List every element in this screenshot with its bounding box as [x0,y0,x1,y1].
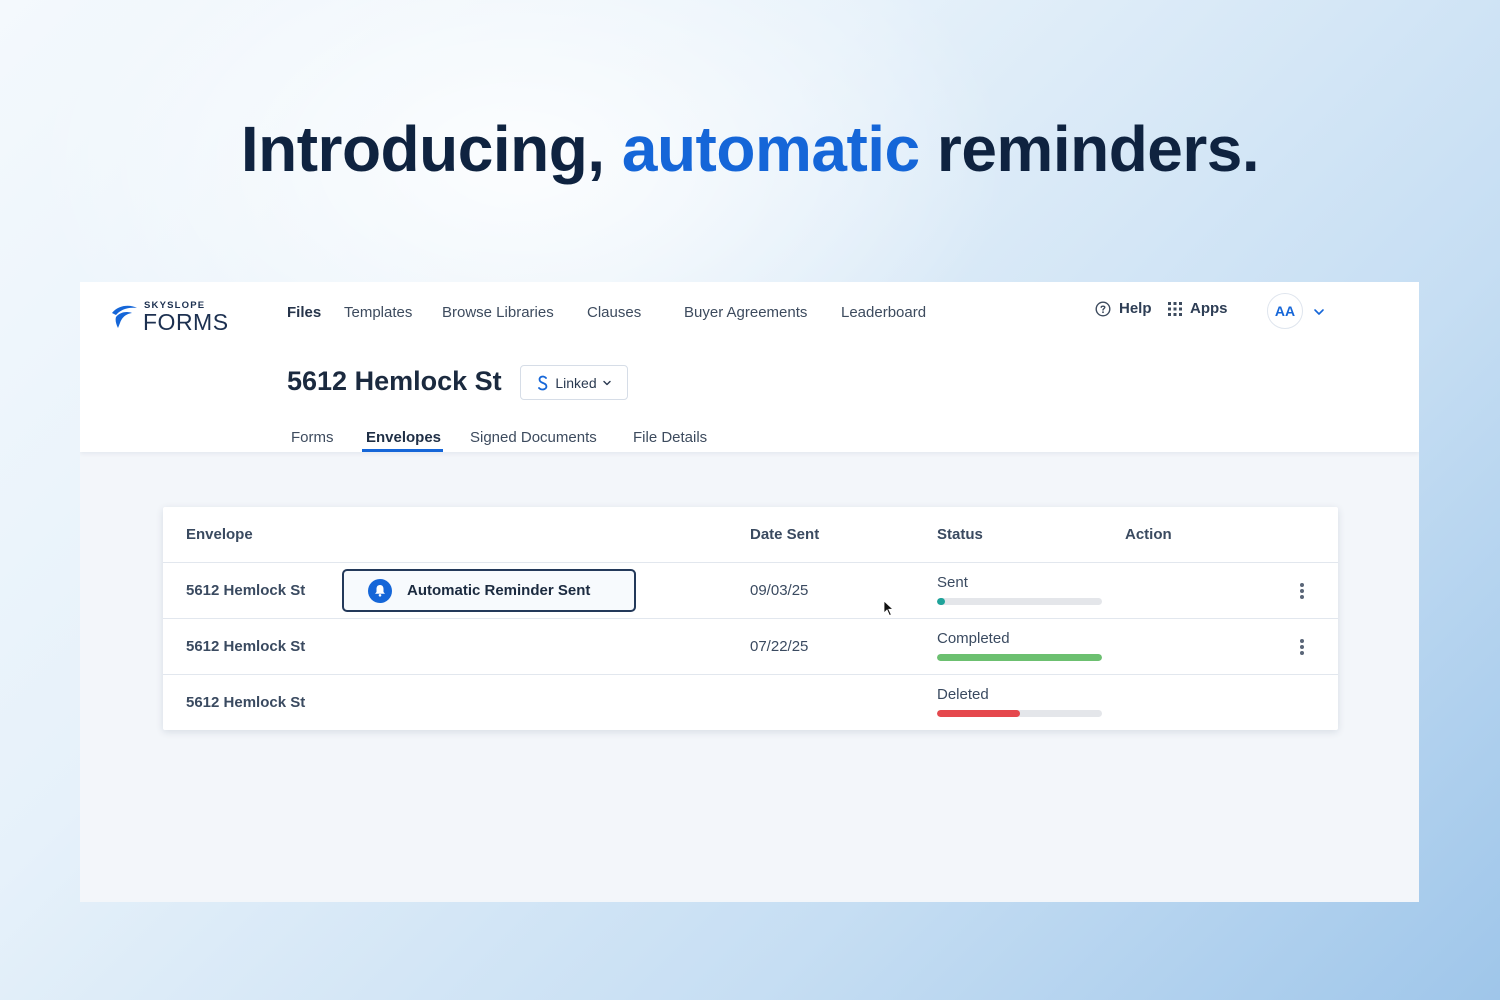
apps-grid-icon [1168,301,1182,316]
more-actions-icon[interactable] [1298,581,1306,601]
column-header-status: Status [937,526,983,543]
app-window: SKYSLOPE FORMS Files Templates Browse Li… [80,282,1419,902]
column-header-action: Action [1125,526,1172,543]
linked-label: Linked [555,374,597,391]
toast-label: Automatic Reminder Sent [407,582,591,599]
brand-big-text: FORMS [143,309,229,335]
nav-item-browse-libraries[interactable]: Browse Libraries [442,304,554,321]
status-label: Completed [937,630,1010,647]
linked-dropdown-button[interactable]: Linked [520,365,628,400]
status-progress-bar [937,598,1102,605]
column-header-envelope: Envelope [186,526,253,543]
chevron-down-icon[interactable] [1313,304,1325,322]
table-row[interactable]: 5612 Hemlock St 07/22/25 Completed [163,618,1338,675]
envelope-name[interactable]: 5612 Hemlock St [186,694,305,711]
envelope-name[interactable]: 5612 Hemlock St [186,582,305,599]
automatic-reminder-toast: Automatic Reminder Sent [342,569,636,612]
mouse-cursor-icon [883,600,895,622]
skyslope-forms-logo[interactable]: SKYSLOPE FORMS [110,300,240,336]
tab-file-details[interactable]: File Details [633,429,707,446]
table-row[interactable]: 5612 Hemlock St Automatic Reminder Sent … [163,562,1338,619]
status-progress-bar [937,710,1102,717]
status-progress-fill [937,598,946,605]
status-label: Sent [937,574,968,591]
help-label: Help [1119,300,1152,317]
active-tab-indicator [362,449,443,452]
status-label: Deleted [937,686,989,703]
headline: Introducing, automatic reminders. [0,112,1500,186]
top-header: SKYSLOPE FORMS Files Templates Browse Li… [80,282,1419,452]
status-progress-fill [937,654,1102,661]
envelopes-table: Envelope Date Sent Status Action 5612 He… [163,507,1338,730]
link-icon [536,375,550,391]
bell-icon [368,578,392,603]
headline-part1: Introducing, [240,113,622,185]
apps-menu[interactable]: Apps [1168,300,1228,317]
tab-signed-documents[interactable]: Signed Documents [470,429,597,446]
table-row[interactable]: 5612 Hemlock St Deleted [163,674,1338,731]
nav-item-clauses[interactable]: Clauses [587,304,641,321]
apps-label: Apps [1190,300,1228,317]
help-icon [1095,300,1111,317]
status-progress-fill [937,710,1020,717]
envelope-name[interactable]: 5612 Hemlock St [186,638,305,655]
help-link[interactable]: Help [1095,300,1152,317]
date-sent: 09/03/25 [750,582,809,599]
more-actions-icon[interactable] [1298,637,1306,657]
nav-item-files[interactable]: Files [287,304,321,321]
logo-swoosh-icon [112,305,137,328]
nav-item-leaderboard[interactable]: Leaderboard [841,304,926,321]
nav-item-buyer-agreements[interactable]: Buyer Agreements [684,304,807,321]
column-header-date-sent: Date Sent [750,526,820,543]
tab-envelopes[interactable]: Envelopes [366,429,441,446]
headline-part2: reminders. [919,113,1260,185]
status-progress-bar [937,654,1102,661]
chevron-down-icon [602,379,612,387]
tab-forms[interactable]: Forms [291,429,334,446]
page-title: 5612 Hemlock St [287,366,502,396]
user-avatar[interactable]: AA [1267,293,1303,329]
date-sent: 07/22/25 [750,638,809,655]
headline-accent: automatic [621,113,920,185]
nav-item-templates[interactable]: Templates [344,304,412,321]
